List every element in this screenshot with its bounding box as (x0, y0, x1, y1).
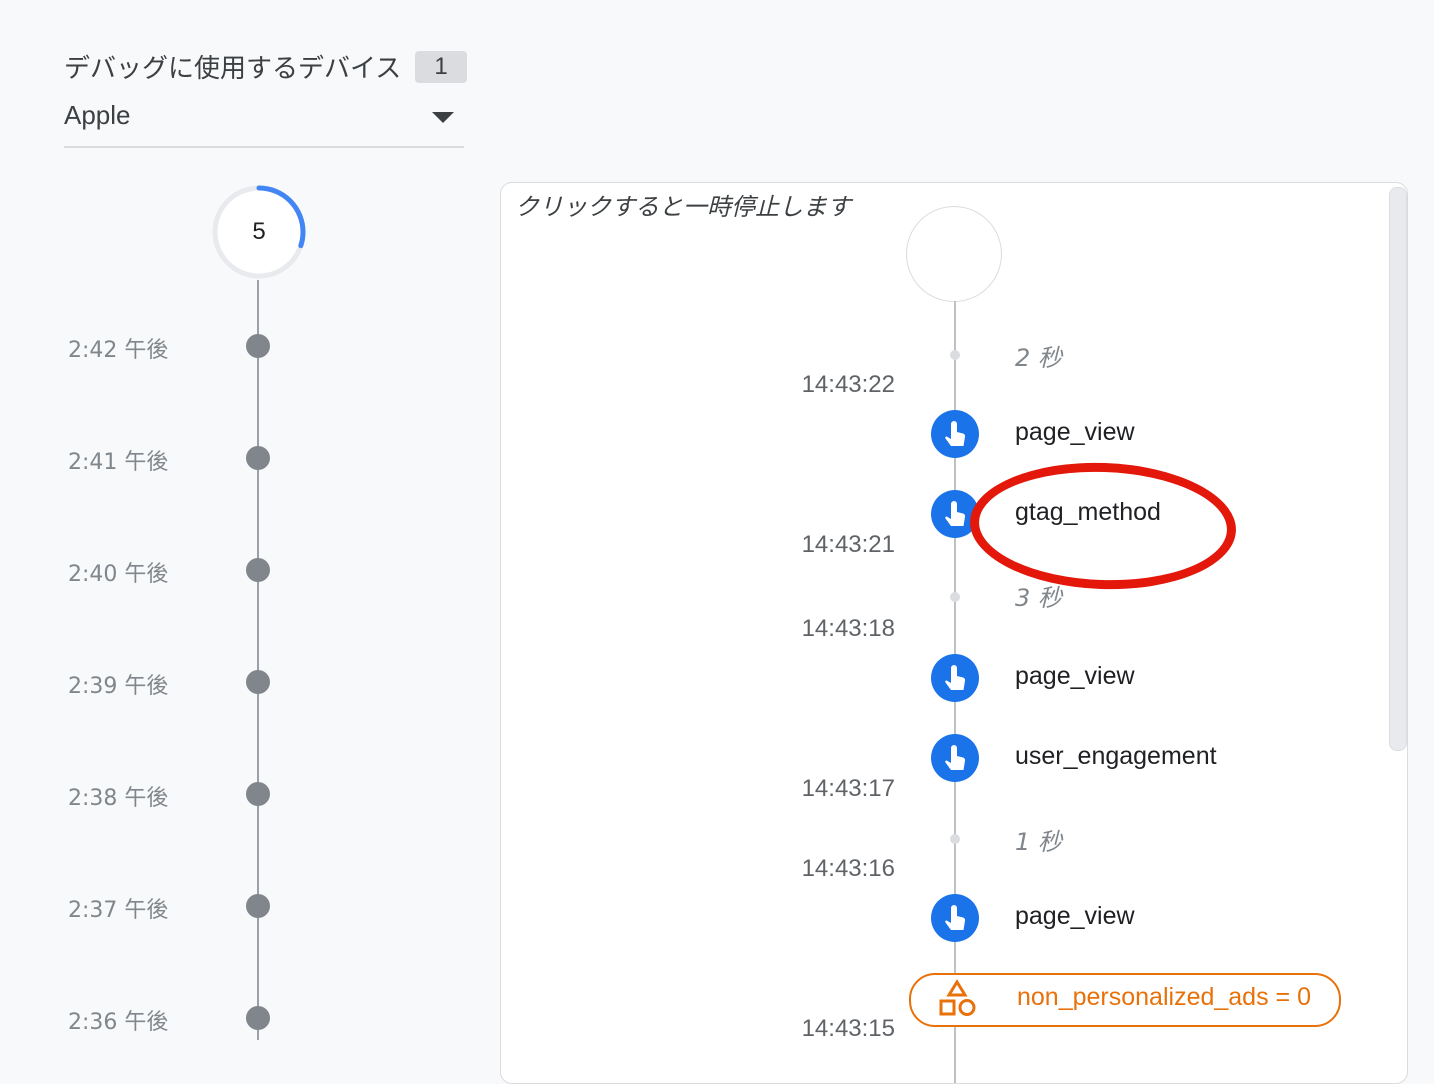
touch-icon (931, 410, 979, 458)
event-row[interactable]: page_view (931, 654, 1291, 702)
touch-icon (931, 894, 979, 942)
timestamp: 14:43:15 (801, 1015, 895, 1042)
device-dropdown-value: Apple (64, 100, 131, 130)
event-name: user_engagement (1015, 742, 1217, 770)
event-row[interactable]: gtag_method (931, 490, 1291, 538)
minute-dot (246, 670, 270, 694)
minute-dot (246, 782, 270, 806)
minute-row[interactable]: 2:42 午後 (60, 326, 290, 366)
touch-icon (931, 654, 979, 702)
touch-icon (931, 734, 979, 782)
timestamp: 14:43:18 (801, 615, 895, 642)
timestamp: 14:43:22 (801, 371, 895, 398)
minute-dot (246, 1006, 270, 1030)
minute-row[interactable]: 2:37 午後 (60, 886, 290, 926)
dropdown-caret-icon (432, 112, 454, 123)
device-selector-label: デバッグに使用するデバイス (64, 54, 402, 84)
user-property-row[interactable]: non_personalized_ads = 0 (909, 973, 1341, 1027)
minute-event-counter[interactable]: 5 (211, 184, 307, 280)
minute-row[interactable]: 2:38 午後 (60, 774, 290, 814)
event-name: page_view (1015, 662, 1135, 690)
event-name: gtag_method (1015, 498, 1161, 526)
seconds-stream-panel[interactable]: クリックすると一時停止します 2 秒 3 秒 1 秒 14:43:22 14:4… (500, 182, 1408, 1084)
minute-label: 2:38 午後 (68, 786, 169, 811)
event-row[interactable]: page_view (931, 410, 1291, 458)
minute-label: 2:40 午後 (68, 562, 169, 587)
gap-tick-dot (950, 350, 960, 360)
shapes-icon (937, 979, 977, 1024)
minute-label: 2:41 午後 (68, 450, 169, 475)
event-row[interactable]: user_engagement (931, 734, 1291, 782)
gap-tick-dot (950, 834, 960, 844)
user-property-text: non_personalized_ads = 0 (1017, 983, 1311, 1011)
gap-tick-dot (950, 592, 960, 602)
minutes-timeline-line (257, 280, 259, 1040)
minute-dot (246, 894, 270, 918)
stream-top-circle (906, 206, 1002, 302)
device-count-badge: 1 (415, 51, 467, 83)
event-name: page_view (1015, 902, 1135, 930)
event-name: page_view (1015, 418, 1135, 446)
minute-dot (246, 334, 270, 358)
timestamp: 14:43:17 (801, 775, 895, 802)
scrollbar[interactable] (1389, 187, 1407, 751)
gap-label: 3 秒 (1015, 584, 1062, 612)
minute-label: 2:37 午後 (68, 898, 169, 923)
minute-row[interactable]: 2:41 午後 (60, 438, 290, 478)
touch-icon (931, 490, 979, 538)
minute-label: 2:36 午後 (68, 1010, 169, 1035)
timestamp: 14:43:21 (801, 531, 895, 558)
minute-label: 2:39 午後 (68, 674, 169, 699)
gap-label: 1 秒 (1015, 828, 1062, 856)
minute-dot (246, 446, 270, 470)
minute-label: 2:42 午後 (68, 338, 169, 363)
minute-counter-value: 5 (252, 218, 266, 245)
minute-dot (246, 558, 270, 582)
timestamp: 14:43:16 (801, 855, 895, 882)
event-row[interactable]: page_view (931, 894, 1291, 942)
gap-label: 2 秒 (1015, 344, 1062, 372)
pause-hint: クリックすると一時停止します (515, 193, 851, 221)
minute-row[interactable]: 2:40 午後 (60, 550, 290, 590)
minute-row[interactable]: 2:36 午後 (60, 998, 290, 1038)
minute-row[interactable]: 2:39 午後 (60, 662, 290, 702)
device-dropdown[interactable]: Apple (64, 94, 464, 148)
